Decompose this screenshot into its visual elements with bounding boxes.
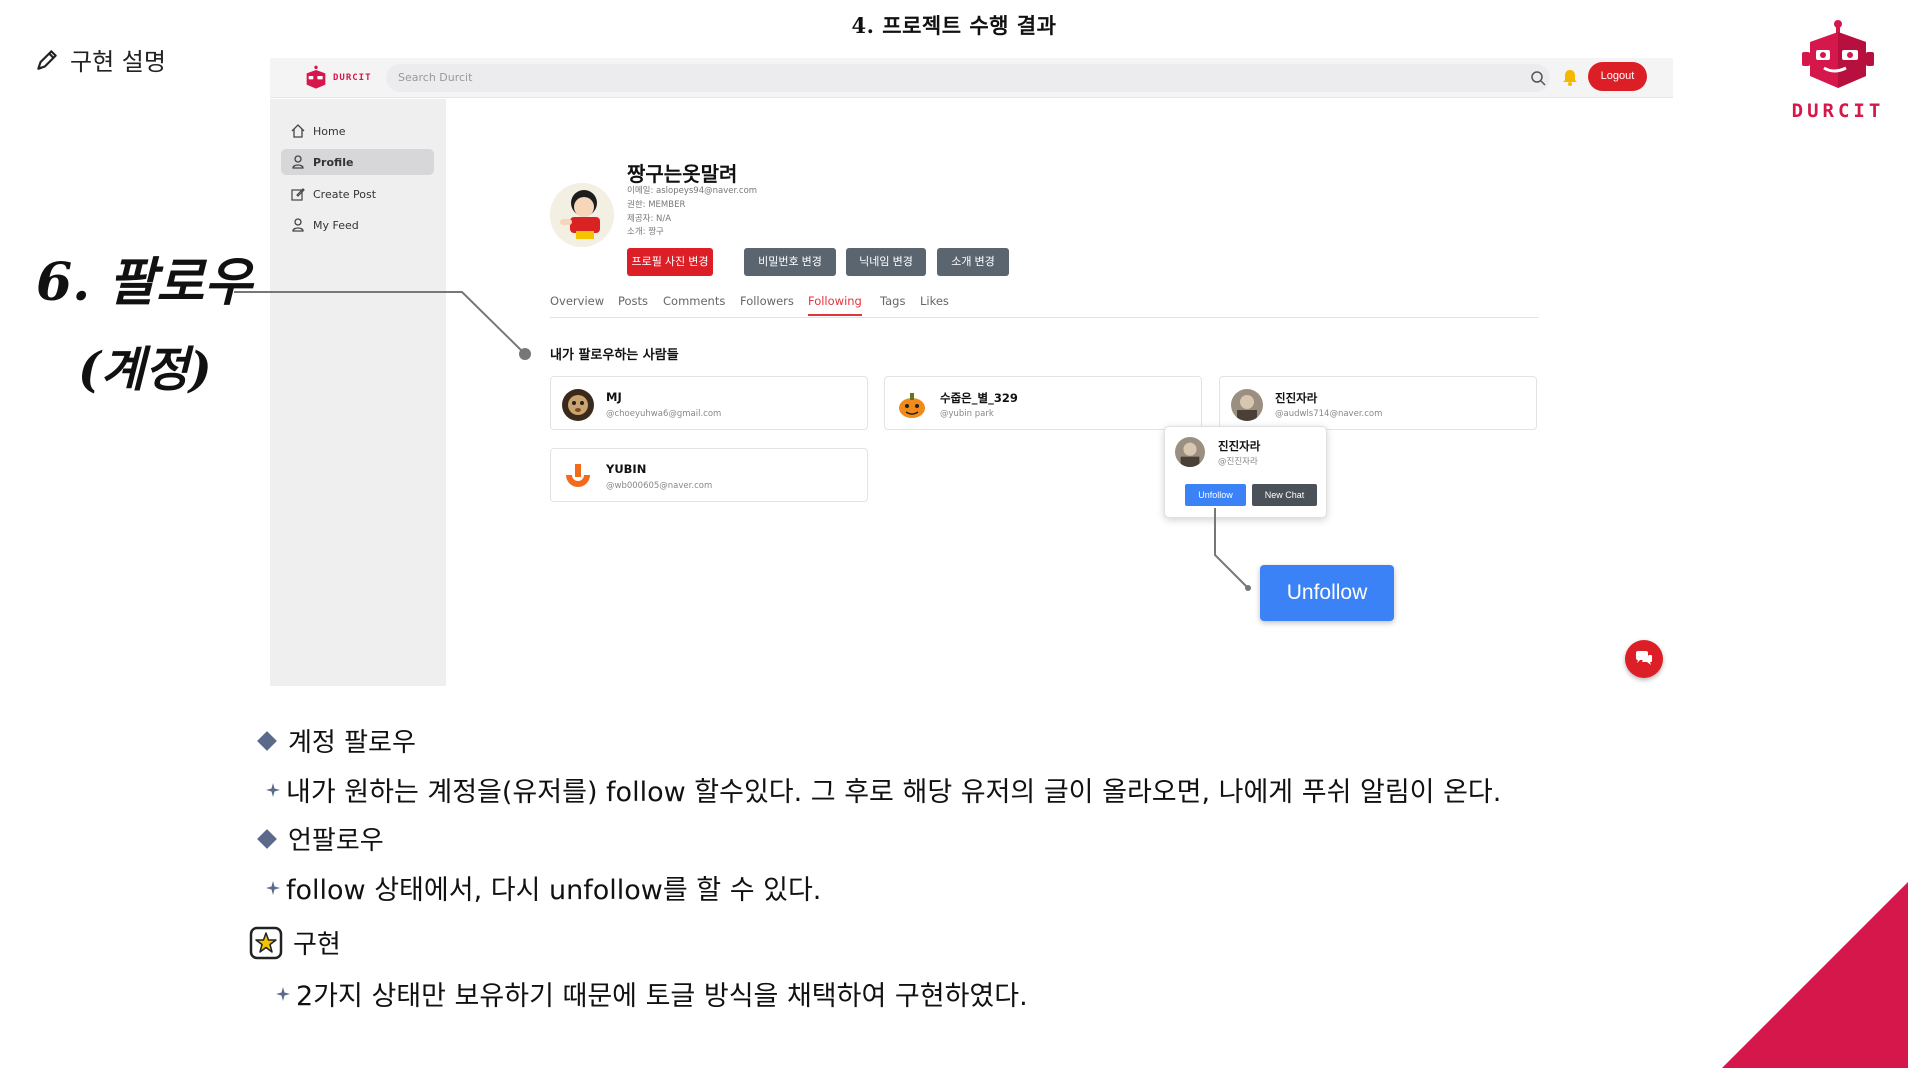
item2-title-text: 언팔로우 [288,826,384,856]
item2-title: 언팔로우 [257,820,384,857]
implementation-title-text: 구현 [293,930,341,960]
implementation-detail: 2가지 상태만 보유하기 때문에 토글 방식을 채택하여 구현하였다. [276,974,1028,1013]
sparkle-bullet-icon [266,782,280,797]
star-box-icon [249,926,283,959]
item1-title-text: 계정 팔로우 [288,728,416,758]
description-section: 계정 팔로우 내가 원하는 계정을(유저를) follow 할수있다. 그 후로… [0,0,1908,1068]
corner-decoration [1722,882,1908,1068]
item1-detail-text: 내가 원하는 계정을(유저를) follow 할수있다. 그 후로 해당 유저의… [286,777,1502,808]
item2-detail-text: follow 상태에서, 다시 unfollow를 할 수 있다. [286,875,822,906]
item1-detail: 내가 원하는 계정을(유저를) follow 할수있다. 그 후로 해당 유저의… [266,770,1501,809]
sparkle-bullet-icon [266,880,280,895]
diamond-bullet-icon [257,730,277,751]
implementation-detail-text: 2가지 상태만 보유하기 때문에 토글 방식을 채택하여 구현하였다. [296,981,1028,1012]
sparkle-bullet-icon [276,986,290,1001]
diamond-bullet-icon [257,828,277,849]
item2-detail: follow 상태에서, 다시 unfollow를 할 수 있다. [266,868,821,907]
implementation-title: 구현 [249,924,341,961]
item1-title: 계정 팔로우 [257,722,416,759]
